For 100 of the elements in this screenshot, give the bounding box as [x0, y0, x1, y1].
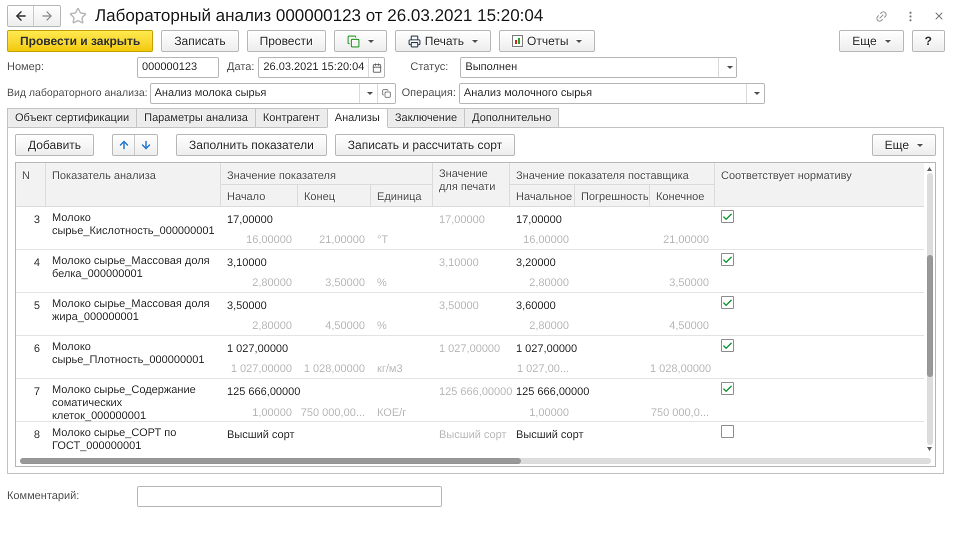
table-cell-text: Молоко сырье_Кислотность_000000001 [51, 211, 216, 239]
scroll-up-arrow-icon[interactable] [927, 167, 932, 171]
toolbar-button[interactable]: Провести [246, 30, 326, 52]
save-and-calculate-button[interactable]: Записать и рассчитать сорт [334, 134, 516, 156]
status-field[interactable]: Выполнен [460, 57, 738, 78]
column-header: Значение показателя поставщика [510, 163, 715, 185]
table-cell-text: 21,00000 [662, 233, 710, 248]
table-cell-text: 125 666,00000 [226, 385, 302, 400]
table-cell-text: 4,50000 [324, 319, 366, 334]
table-cell-text: Молоко сырье_СОРТ по ГОСТ_000000001 [51, 426, 178, 454]
checkbox[interactable] [721, 425, 734, 438]
column-header: Конечное [650, 185, 715, 206]
table-cell-text: 3,60000 [515, 299, 557, 314]
table-cell-text: 1 027,00000 [438, 342, 502, 357]
table-cell-text: 1 028,00000 [302, 362, 366, 377]
table-cell-text: % [376, 319, 388, 334]
table-cell-text: Молоко сырье_Содержание соматических клеток_000000001 [51, 383, 197, 423]
tab[interactable]: Контрагент [254, 108, 328, 128]
related-documents-button[interactable] [334, 30, 387, 52]
post-and-close-button[interactable]: Провести и закрыть [7, 30, 154, 52]
date-field[interactable]: 26.03.2021 15:20:04 [258, 57, 386, 78]
tab[interactable]: Заключение [386, 108, 466, 128]
table-cell-text: 4 [32, 256, 41, 271]
table-cell-text: 3,50000 [438, 299, 480, 314]
column-header: Значение показателя [221, 163, 433, 185]
table-cell-text: 125 666,00000 [515, 385, 590, 400]
analysis-type-field[interactable]: Анализ молока сырья [150, 83, 396, 104]
table-cell-text: Молоко сырье_Массовая доля белка_000000001 [51, 254, 211, 282]
toolbar-button[interactable]: Записать [161, 30, 239, 52]
dropdown-caret-icon [754, 92, 760, 95]
table-cell-text: °T [376, 233, 390, 248]
table-cell-text: 1 027,00000 [230, 362, 293, 377]
field-label: Статус: [410, 60, 450, 76]
column-header: N [16, 163, 46, 206]
dropdown-caret-icon [368, 40, 374, 42]
table-cell-text: 8 [32, 428, 41, 443]
print-button[interactable]: Печать [394, 30, 491, 52]
tab[interactable]: Анализы [326, 108, 388, 128]
column-header: Единица [371, 185, 433, 206]
field-label: Вид лабораторного анализа: [7, 86, 148, 101]
checkbox[interactable] [721, 382, 734, 395]
table-cell-text: 17,00000 [438, 213, 486, 228]
table-cell-text: 16,00000 [245, 233, 293, 248]
dropdown-caret-icon [367, 92, 374, 95]
documents-icon [346, 34, 360, 48]
table-cell-text: 17,00000 [226, 213, 274, 228]
table-cell-text: 21,00000 [318, 233, 366, 248]
table-cell-text: 1 028,00000 [650, 362, 712, 377]
column-header: Погрешность [575, 185, 650, 206]
field-label: Операция: [402, 86, 456, 102]
dropdown-caret-icon [917, 144, 923, 146]
table-cell-text: 1 027,00000 [226, 342, 290, 357]
dropdown-caret-icon [472, 40, 478, 42]
table-cell-text: % [376, 276, 388, 291]
table-cell-text: 1 027,00... [516, 362, 570, 377]
reports-button[interactable]: Отчеты [499, 30, 596, 52]
table-cell-text: 1,00000 [528, 406, 570, 421]
favorite-star-icon[interactable] [69, 7, 87, 25]
table-cell-text: 6 [32, 342, 41, 357]
checkbox[interactable] [721, 210, 734, 223]
comment-field[interactable] [137, 486, 442, 507]
scroll-down-arrow-icon[interactable] [927, 447, 932, 451]
operation-field[interactable]: Анализ молочного сырья [458, 83, 765, 104]
table-cell-text: КОЕ/г [376, 406, 408, 421]
column-header: Начальное [510, 185, 575, 206]
table-cell-text: 3,50000 [324, 276, 366, 291]
tab[interactable]: Дополнительно [464, 108, 560, 128]
fill-indicators-button[interactable]: Заполнить показатели [176, 134, 327, 156]
field-label: Дата: [227, 60, 254, 76]
tab[interactable]: Объект сертификации [7, 108, 138, 128]
table-cell-text: 3,50000 [226, 299, 268, 314]
checkbox[interactable] [721, 296, 734, 309]
table-cell-text: 2,80000 [251, 319, 293, 334]
table-cell-text: Высший сорт [226, 428, 296, 443]
column-header: Значение для печати [433, 163, 510, 206]
table-cell-text: 750 000,00... [300, 406, 366, 421]
open-icon [382, 89, 391, 98]
table-more-button[interactable]: Еще [872, 134, 936, 156]
window-title: Лабораторный анализ 000000123 от 26.03.2021 15:20:04 [95, 5, 544, 28]
dropdown-caret-icon [576, 40, 582, 42]
number-field[interactable]: 000000123 [137, 57, 219, 78]
tab[interactable]: Параметры анализа [136, 108, 256, 128]
column-header: Конец [298, 185, 371, 206]
table-cell-text: 7 [32, 385, 41, 400]
dropdown-caret-icon [726, 66, 733, 69]
help-button[interactable]: ? [912, 30, 945, 52]
add-button[interactable]: Добавить [15, 134, 94, 156]
table-cell-text: Молоко сырье_Плотность_000000001 [51, 340, 206, 368]
up-arrow-icon [118, 139, 130, 151]
table-cell-text: Молоко сырье_Массовая доля жира_000000001 [51, 297, 211, 325]
table-cell-text: 125 666,00000 [438, 385, 510, 400]
table-cell-text: 1 027,00000 [515, 342, 578, 357]
close-icon[interactable] [933, 10, 945, 22]
report-icon [512, 35, 523, 47]
table-cell-text: 3,20000 [515, 256, 557, 271]
dropdown-caret-icon [884, 40, 891, 42]
checkbox[interactable] [721, 253, 734, 266]
checkbox[interactable] [721, 339, 734, 352]
table-cell-text: 2,80000 [528, 319, 570, 334]
more-button[interactable]: Еще [839, 30, 904, 52]
